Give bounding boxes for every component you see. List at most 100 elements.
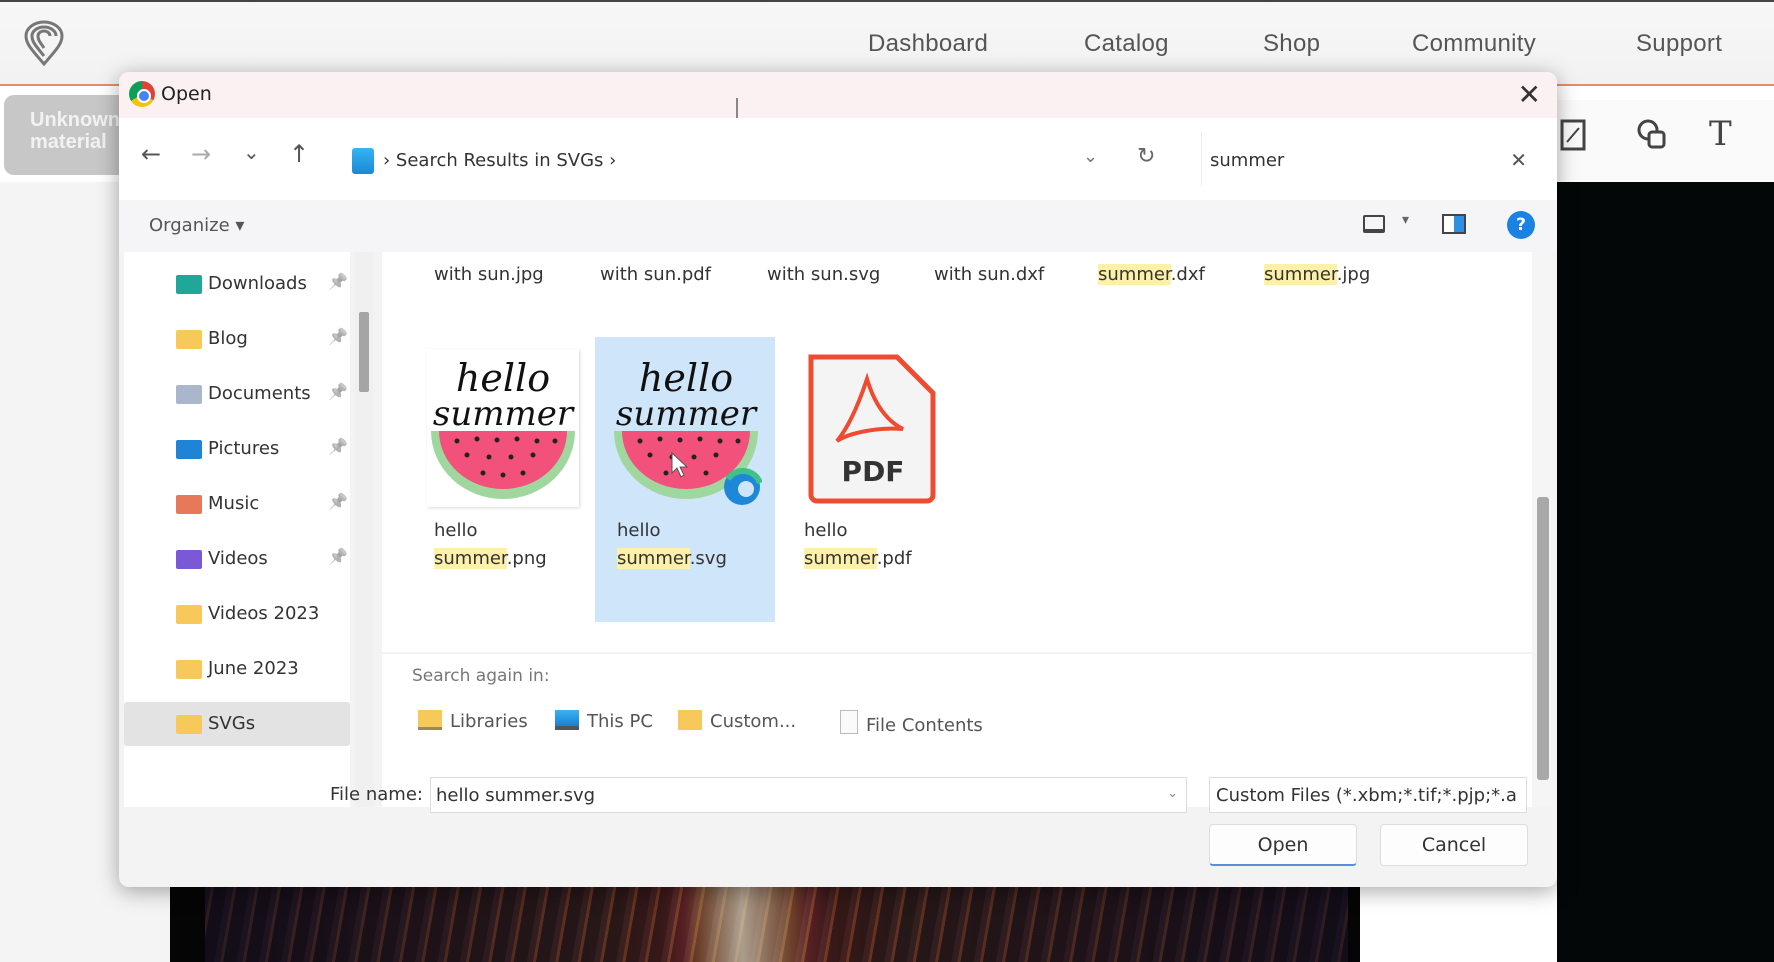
search-again-custom[interactable]: Custom... — [678, 710, 796, 732]
folder-icon — [176, 550, 202, 569]
nav-item-videos[interactable]: Videos 📌 — [124, 537, 350, 581]
nav-item-label: June 2023 — [208, 658, 299, 679]
pin-icon: 📌 — [328, 382, 348, 401]
nav-item-pictures[interactable]: Pictures 📌 — [124, 427, 350, 471]
pin-icon: 📌 — [328, 492, 348, 511]
search-value[interactable]: summer — [1210, 150, 1284, 171]
nav-item-svgs[interactable]: SVGs — [124, 702, 350, 746]
nav-item-downloads[interactable]: Downloads 📌 — [124, 262, 350, 306]
file-item-top-row[interactable]: with sun.svg — [767, 264, 880, 285]
search-again-this-pc[interactable]: This PC — [555, 710, 653, 732]
navigation-scroll-thumb[interactable] — [359, 312, 369, 392]
file-list-scroll-thumb[interactable] — [1537, 497, 1549, 780]
file-name-label: File name: — [330, 784, 423, 805]
nav-item-label: Downloads — [208, 273, 307, 294]
nav-item-documents[interactable]: Documents 📌 — [124, 372, 350, 416]
nav-catalog[interactable]: Catalog — [1084, 30, 1169, 58]
file-item-top-row[interactable]: with sun.jpg — [434, 264, 544, 285]
nav-item-label: Pictures — [208, 438, 280, 459]
file-name: hello summer.pdf — [804, 520, 912, 569]
open-button[interactable]: Open — [1209, 824, 1357, 866]
text-caret — [736, 98, 738, 118]
address-dropdown-icon[interactable]: ⌄ — [1083, 146, 1098, 167]
thumb-summer: summer — [433, 394, 575, 434]
search-again-file-contents[interactable]: File Contents — [840, 710, 983, 736]
recent-locations-icon[interactable]: ⌄ — [243, 140, 260, 164]
search-again-label: Search again in: — [412, 666, 550, 686]
help-icon[interactable]: ? — [1507, 211, 1535, 239]
logo-icon[interactable] — [22, 20, 66, 66]
chrome-icon — [129, 81, 155, 107]
preview-pane-icon[interactable] — [1442, 214, 1466, 234]
folder-icon — [176, 385, 202, 404]
organize-menu[interactable]: Organize ▾ — [149, 215, 244, 236]
file-item-hello-summer-pdf[interactable]: PDF hello summer.pdf — [782, 337, 962, 622]
file-item-top-row[interactable]: summer.dxf — [1098, 264, 1205, 285]
dialog-title: Open — [161, 83, 212, 105]
file-name-dropdown-icon[interactable]: ⌄ — [1167, 786, 1178, 801]
file-item-top-row[interactable]: with sun.dxf — [934, 264, 1044, 285]
search-input[interactable]: summer ✕ — [1201, 132, 1541, 186]
file-contents-icon — [840, 710, 858, 734]
folder-icon — [176, 660, 202, 679]
nav-community[interactable]: Community — [1412, 30, 1536, 58]
search-folder-icon — [352, 148, 374, 174]
change-view-icon[interactable] — [1363, 215, 1385, 233]
workspace-canvas — [1557, 182, 1774, 962]
file-name: hello summer.png — [434, 520, 547, 569]
folder-icon — [176, 495, 202, 514]
file-item-top-row[interactable]: with sun.pdf — [600, 264, 711, 285]
pin-icon: 📌 — [328, 327, 348, 346]
refresh-icon[interactable]: ↻ — [1137, 144, 1155, 169]
file-type-select[interactable]: Custom Files (*.xbm;*.tif;*.pjp;*.a — [1209, 777, 1527, 813]
up-folder-icon[interactable]: ↑ — [289, 140, 309, 168]
view-options-dropdown[interactable]: ▾ — [1402, 212, 1409, 228]
file-list-scrollbar[interactable] — [1532, 252, 1552, 807]
nav-item-blog[interactable]: Blog 📌 — [124, 317, 350, 361]
text-icon[interactable]: T — [1709, 114, 1732, 154]
file-item-hello-summer-png[interactable]: hello summer hello summer.png — [412, 337, 592, 622]
file-item-hello-summer-svg[interactable]: hello summer hello summer.svg — [595, 337, 775, 622]
back-icon[interactable]: ← — [141, 140, 161, 168]
nav-shop[interactable]: Shop — [1263, 30, 1320, 58]
watermelon-thumbnail: hello summer — [427, 349, 579, 507]
forward-icon[interactable]: → — [191, 140, 211, 168]
address-bar[interactable]: › Search Results in SVGs › ⌄ ↻ — [347, 132, 1191, 186]
pin-icon: 📌 — [328, 437, 348, 456]
camera-image — [205, 887, 1348, 962]
search-clear-icon[interactable]: ✕ — [1510, 148, 1527, 172]
file-name-value[interactable]: hello summer.svg — [436, 785, 595, 806]
navigation-scrollbar[interactable] — [355, 252, 373, 807]
custom-folder-icon — [678, 710, 702, 730]
pin-icon: 📌 — [328, 547, 348, 566]
this-pc-icon — [555, 710, 579, 730]
file-list: with sun.jpg with sun.pdf with sun.svg with… — [382, 252, 1532, 807]
folder-icon — [176, 715, 202, 734]
pdf-label: PDF — [842, 455, 905, 488]
search-again-libraries[interactable]: Libraries — [418, 710, 528, 732]
shapes-icon[interactable] — [1635, 118, 1669, 152]
breadcrumb[interactable]: › Search Results in SVGs › — [383, 150, 616, 171]
folder-icon — [176, 330, 202, 349]
file-name-input[interactable]: hello summer.svg ⌄ — [430, 777, 1187, 813]
nav-item-label: Videos — [208, 548, 268, 569]
close-icon[interactable]: ✕ — [1518, 78, 1541, 111]
libraries-icon — [418, 710, 442, 730]
svg-text:summer: summer — [616, 394, 758, 434]
dialog-titlebar: Open ✕ — [119, 72, 1557, 118]
file-item-top-row[interactable]: summer.jpg — [1264, 264, 1370, 285]
nav-item-label: Videos 2023 — [208, 603, 320, 624]
folder-icon — [176, 275, 202, 294]
nav-item-june-2023[interactable]: June 2023 — [124, 647, 350, 691]
nav-item-label: SVGs — [208, 713, 256, 734]
nav-item-videos-2023[interactable]: Videos 2023 — [124, 592, 350, 636]
trace-image-icon[interactable] — [1559, 118, 1587, 152]
nav-item-music[interactable]: Music 📌 — [124, 482, 350, 526]
cancel-button[interactable]: Cancel — [1380, 824, 1528, 866]
address-row: ← → ⌄ ↑ › Search Results in SVGs › ⌄ ↻ s… — [119, 118, 1557, 200]
nav-support[interactable]: Support — [1636, 30, 1722, 58]
nav-dashboard[interactable]: Dashboard — [868, 30, 988, 58]
breadcrumb-search-results[interactable]: Search Results in SVGs — [396, 150, 603, 171]
file-name: hello summer.svg — [617, 520, 727, 569]
nav-item-label: Music — [208, 493, 260, 514]
